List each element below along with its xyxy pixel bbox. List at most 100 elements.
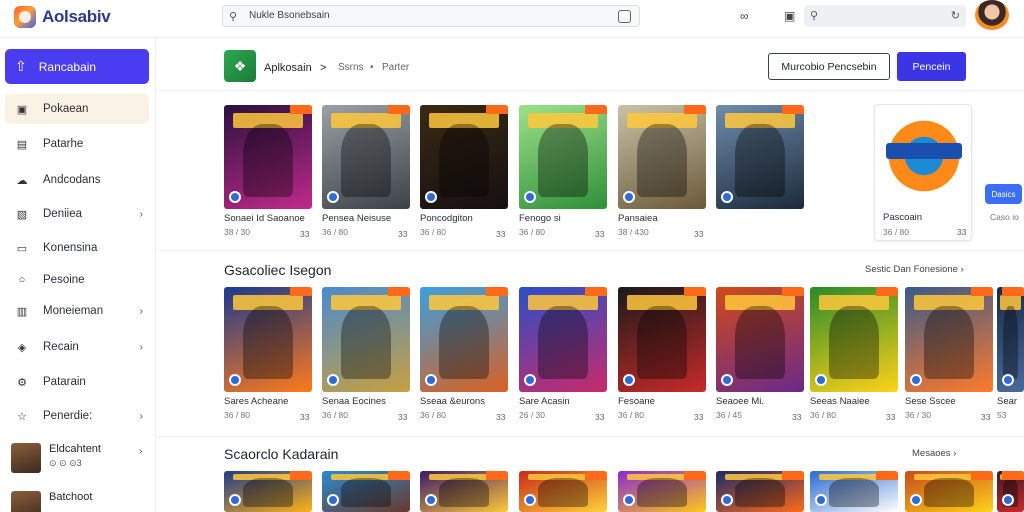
lock-icon[interactable]: ▣ <box>784 9 795 23</box>
section-link[interactable]: Sestic Dan Fonesione › <box>865 264 964 275</box>
sidebar-user[interactable]: Eldcahtent ⊙ ⊙ ⊙3 › <box>11 443 142 473</box>
section-link-label: Sestic Dan Fonesione <box>865 264 958 275</box>
refresh-icon[interactable]: ↻ <box>951 9 960 22</box>
app-name[interactable]: Aplkosain <box>264 62 312 74</box>
sidebar-item[interactable]: ▤ Patarhe <box>5 129 149 159</box>
game-card[interactable]: Poncodgiton 36 / 80 33 <box>420 105 508 239</box>
game-count: 33 <box>496 229 506 239</box>
outline-button[interactable]: Murcobio Pencsebin <box>768 53 890 80</box>
sidebar-item[interactable]: ▭ Konensina <box>5 233 149 263</box>
sidebar-item[interactable]: ⚙ Patarain <box>5 367 149 397</box>
game-card[interactable] <box>716 471 804 512</box>
sidebar-item[interactable]: ▥ Moneieman › <box>5 296 149 326</box>
game-thumbnail <box>997 287 1024 392</box>
game-card[interactable]: Sare Acasin 26 / 30 33 <box>519 287 607 422</box>
game-thumbnail <box>997 471 1024 512</box>
chevron-right-icon: › <box>139 410 143 422</box>
game-card[interactable]: Fesoane 36 / 80 33 <box>618 287 706 422</box>
ribbon-badge <box>290 471 312 480</box>
game-thumbnail <box>224 471 312 512</box>
platform-icon <box>623 374 635 386</box>
game-card[interactable]: Sese Sscee 36 / 30 33 <box>905 287 993 422</box>
game-card[interactable]: Seeas Naaiee 36 / 80 33 <box>810 287 898 422</box>
game-meta: 36 / 80 <box>420 410 446 420</box>
game-thumbnail <box>224 287 312 392</box>
app-icon[interactable]: ❖ <box>224 50 256 82</box>
game-card[interactable]: Sonaei Id Saoanoe 38 / 30 33 <box>224 105 312 239</box>
game-title: Sear <box>997 396 1018 407</box>
sidebar-item[interactable]: ▣ Pokaean <box>5 94 149 124</box>
game-card[interactable] <box>997 471 1024 512</box>
section-link[interactable]: Mesaoes › <box>912 448 956 459</box>
game-card[interactable]: Pensea Neisuse 36 / 80 33 <box>322 105 410 239</box>
game-card[interactable] <box>716 105 804 209</box>
game-thumbnail <box>618 471 706 512</box>
game-thumbnail <box>716 287 804 392</box>
game-card[interactable]: Fenogo si 36 / 80 33 <box>519 105 607 239</box>
ribbon-badge <box>585 471 607 480</box>
ribbon-badge <box>971 471 993 480</box>
square-icon[interactable] <box>618 10 631 23</box>
ribbon-badge <box>684 287 706 296</box>
character-art <box>829 478 879 508</box>
sidebar-item[interactable]: ○ Pesoine <box>5 265 149 295</box>
game-thumbnail <box>905 471 993 512</box>
character-art <box>735 123 785 197</box>
character-art <box>341 123 391 197</box>
sidebar-user[interactable]: Batchoot <box>11 491 92 512</box>
game-card[interactable]: Sares Acheane 36 / 80 33 <box>224 287 312 422</box>
secondary-search-input[interactable]: ⚲ ↻ <box>804 5 966 27</box>
chevron-right-icon: › <box>139 341 143 353</box>
game-card[interactable]: Sseaa &eurons 36 / 80 33 <box>420 287 508 422</box>
platform-icon <box>623 494 635 506</box>
platform-icon <box>524 191 536 203</box>
game-thumbnail <box>322 471 410 512</box>
game-meta: 36 / 80 <box>420 227 446 237</box>
game-card[interactable] <box>905 471 993 512</box>
game-title: Sonaei Id Saoanoe <box>224 213 305 224</box>
platform-icon <box>327 191 339 203</box>
breadcrumb-item[interactable]: Parter <box>382 62 409 73</box>
game-card[interactable] <box>519 471 607 512</box>
character-art <box>439 123 489 197</box>
game-card[interactable]: Pansaiea 38 / 430 33 <box>618 105 706 239</box>
app-window: Aolsabiv ⚲ Nukle Bsonebsain ◀ ∞ ▣ ⚲ ↻ ⇧ … <box>0 0 1024 512</box>
primary-nav-button[interactable]: ⇧ Rancabain <box>5 49 149 84</box>
cloud-icon: ☁ <box>16 174 28 187</box>
game-card[interactable] <box>810 471 898 512</box>
platform-icon <box>623 191 635 203</box>
game-card[interactable]: Sear 53 <box>997 287 1024 420</box>
featured-card[interactable]: Pascoain 36 / 80 33 <box>874 104 972 241</box>
platform-icon <box>425 494 437 506</box>
solid-button[interactable]: Pencein <box>897 52 966 81</box>
sidebar-item[interactable]: ☆ Penerdie: › <box>5 401 149 431</box>
sidebar-item-label: Andcodans <box>43 174 101 186</box>
link-icon[interactable]: ∞ <box>740 9 749 23</box>
ribbon-badge <box>388 471 410 480</box>
search-input[interactable]: ⚲ Nukle Bsonebsain ◀ <box>222 5 832 27</box>
game-count: 33 <box>694 229 704 239</box>
breadcrumb-item[interactable]: Ssrns <box>338 62 364 73</box>
search-value: Nukle Bsonebsain <box>249 10 330 21</box>
character-art <box>735 478 785 508</box>
game-card[interactable]: Senaa Eocines 36 / 80 33 <box>322 287 410 422</box>
avatar[interactable] <box>975 0 1009 30</box>
game-card[interactable]: Seaoee Mi. 36 / 45 33 <box>716 287 804 422</box>
game-thumbnail <box>420 471 508 512</box>
character-art <box>538 123 588 197</box>
sidebar-item[interactable]: ◈ Recain › <box>5 332 149 362</box>
mini-button[interactable]: Dasics <box>985 184 1022 204</box>
game-card[interactable] <box>618 471 706 512</box>
sidebar-item[interactable]: ▧ Deniiea › <box>5 199 149 229</box>
game-card[interactable] <box>420 471 508 512</box>
sidebar-item[interactable]: ☁ Andcodans <box>5 165 149 195</box>
sidebar-item-label: Patarain <box>43 376 86 388</box>
game-thumbnail <box>810 287 898 392</box>
sidebar-item-label: Konensina <box>43 242 98 254</box>
ribbon-badge <box>486 105 508 114</box>
game-card[interactable] <box>322 471 410 512</box>
box-icon: ▣ <box>16 103 28 116</box>
game-card[interactable] <box>224 471 312 512</box>
character-art <box>924 305 974 380</box>
logo[interactable]: Aolsabiv <box>14 6 111 28</box>
